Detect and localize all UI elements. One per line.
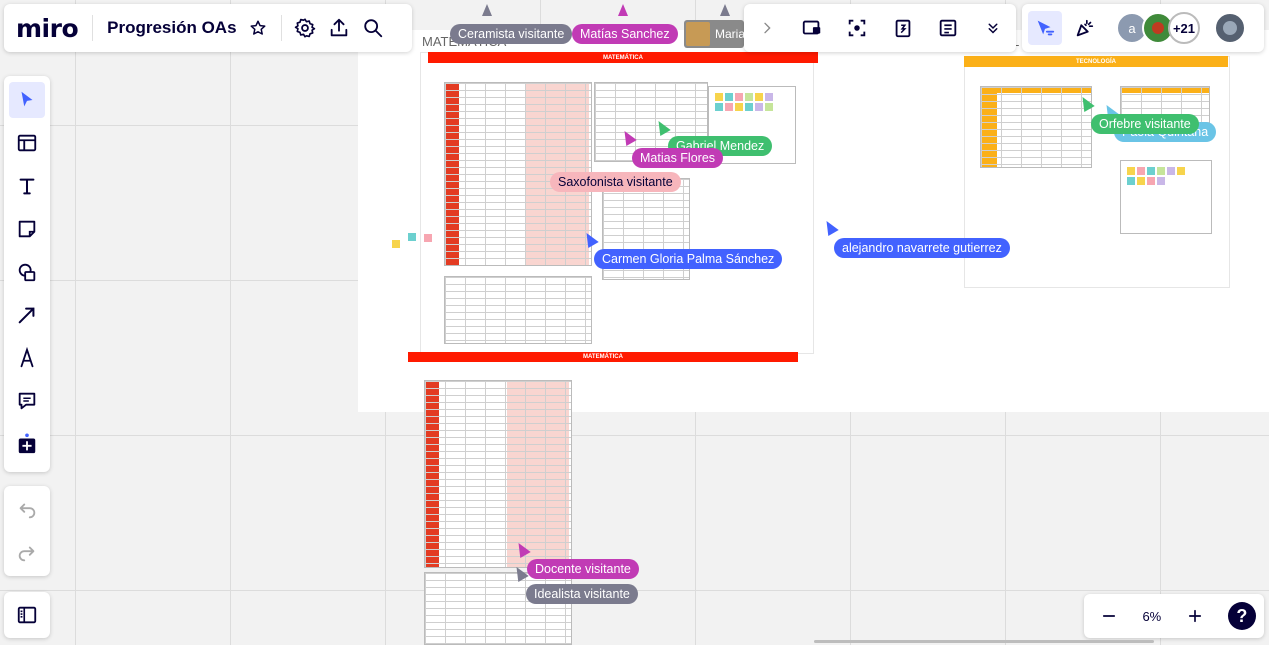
cursor-label-orfebre: Orfebre visitante <box>1091 114 1199 134</box>
sticky-note[interactable] <box>424 234 432 242</box>
cursor-label-carmen: Carmen Gloria Palma Sánchez <box>594 249 783 269</box>
chevron-right-icon[interactable] <box>750 11 784 45</box>
math-table-sheet-4[interactable] <box>444 276 592 344</box>
board-canvas-area[interactable]: MATEMÁTICA L MATEMÁTICA MATEMÁTICA TECNO… <box>358 30 1269 412</box>
cursor-label-docente: Docente visitante <box>527 559 639 579</box>
help-button[interactable]: ? <box>1227 602 1256 630</box>
select-icon[interactable] <box>9 82 45 118</box>
sticky-note[interactable] <box>408 233 416 241</box>
redo-icon[interactable] <box>9 535 45 571</box>
collaborators-bar: a +21 <box>1022 4 1264 52</box>
sticky-note-icon[interactable] <box>9 211 45 247</box>
creation-toolbar <box>4 76 50 472</box>
divider <box>280 15 282 41</box>
double-chevron-down-icon[interactable] <box>976 11 1010 45</box>
more-apps-icon[interactable] <box>9 426 45 462</box>
comment-icon[interactable] <box>9 383 45 419</box>
cursor-arrow-icon <box>720 4 730 16</box>
cursor-label-ceramista: Ceramista visitante <box>450 24 573 44</box>
cursor-filter-icon[interactable] <box>1028 11 1062 45</box>
cursor-label-idealista: Idealista visitante <box>526 584 638 604</box>
export-upload-icon[interactable] <box>322 11 356 45</box>
zoom-controls: 6% ? <box>1084 594 1264 638</box>
board-header: miro Progresión OAs <box>4 4 412 52</box>
cursor-label-saxofonista: Saxofonista visitante <box>550 172 681 192</box>
timer-icon[interactable] <box>886 11 920 45</box>
cursor-label-matias-flores: Matias Flores <box>632 148 724 168</box>
frames-panel-button[interactable] <box>4 592 50 638</box>
pen-icon[interactable] <box>9 340 45 376</box>
cursor-label-alejandro: alejandro navarrete gutierrez <box>834 238 1010 258</box>
templates-icon[interactable] <box>9 125 45 161</box>
connection-line-icon[interactable] <box>9 297 45 333</box>
history-controls <box>4 486 50 576</box>
notes-doc-icon[interactable] <box>931 11 965 45</box>
tech-sticky-cluster[interactable] <box>1120 160 1212 234</box>
math-frame-header: MATEMÁTICA <box>428 52 818 63</box>
math-table-sheet-5[interactable] <box>424 380 572 568</box>
celebrate-icon[interactable] <box>1068 11 1102 45</box>
more-collaborators-badge[interactable]: +21 <box>1168 12 1200 44</box>
user-chip-partial[interactable]: Maria <box>684 20 744 48</box>
settings-gear-icon[interactable] <box>288 11 322 45</box>
frames-list-icon[interactable] <box>9 597 45 633</box>
tech-frame-header: TECNOLOGÍA <box>964 56 1228 67</box>
user-photo-icon <box>686 22 710 46</box>
math-frame-header-2: MATEMÁTICA <box>408 352 798 362</box>
math-table-sheet-6[interactable] <box>424 572 572 645</box>
search-icon[interactable] <box>356 11 390 45</box>
cursor-arrow-icon <box>482 4 492 16</box>
current-user-avatar[interactable] <box>1214 12 1246 44</box>
sticky-note[interactable] <box>392 240 400 248</box>
shapes-icon[interactable] <box>9 254 45 290</box>
board-tools-bar <box>744 4 1016 52</box>
zoom-level[interactable]: 6% <box>1142 609 1161 624</box>
text-icon[interactable] <box>9 168 45 204</box>
presentation-icon[interactable] <box>795 11 829 45</box>
board-title[interactable]: Progresión OAs <box>107 18 236 38</box>
focus-frame-icon[interactable] <box>840 11 874 45</box>
undo-icon[interactable] <box>9 492 45 528</box>
miro-logo[interactable]: miro <box>16 14 79 43</box>
cursor-arrow-icon <box>618 4 628 16</box>
tech-table-sheet[interactable] <box>980 86 1092 168</box>
star-icon[interactable] <box>241 11 275 45</box>
zoom-in-icon[interactable] <box>1178 599 1212 633</box>
user-chip-name: Maria <box>715 27 744 41</box>
divider <box>92 15 94 41</box>
zoom-out-icon[interactable] <box>1092 599 1126 633</box>
cursor-label-matias-sanchez: Matías Sanchez <box>572 24 678 44</box>
